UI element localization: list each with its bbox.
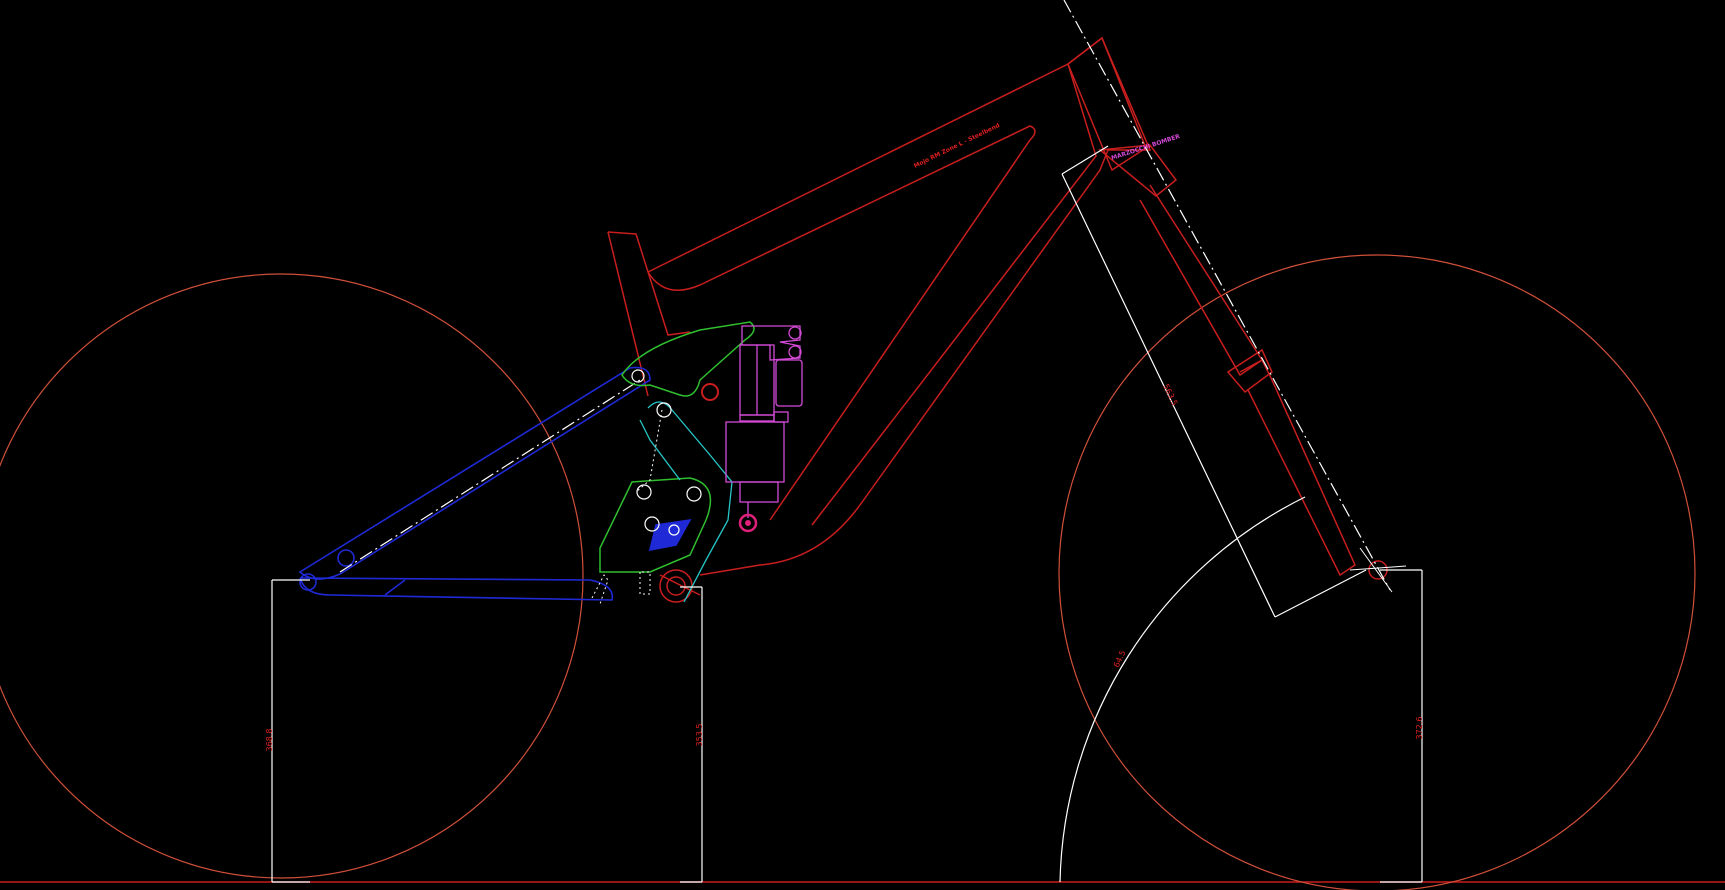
dim-bb-height: 353.5 — [695, 724, 704, 747]
dim-front-axle-height: 372.6 — [1415, 717, 1424, 740]
dim-rear-axle-height: 368.8 — [265, 729, 274, 752]
cad-drawing-canvas: 368.8 353.5 372.6 563.5 64.5 Mojo RM Zon… — [0, 0, 1725, 890]
shock-eye-bottom-inner — [745, 520, 751, 526]
drawing-background — [0, 0, 1725, 890]
